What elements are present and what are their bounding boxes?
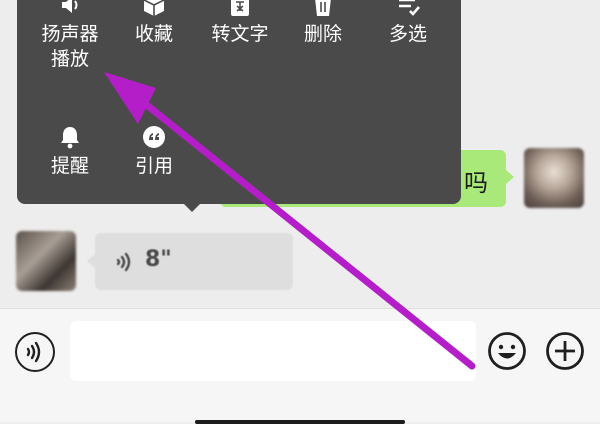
sent-message-text: 吗 <box>464 169 488 197</box>
voice-duration: 8" <box>145 247 172 272</box>
cube-icon <box>143 0 165 16</box>
quote-icon <box>143 126 165 148</box>
menu-item-favorite[interactable]: 收藏 <box>112 0 196 47</box>
checklist-icon <box>399 0 420 16</box>
contact-avatar[interactable] <box>16 231 76 291</box>
menu-item-remind[interactable]: 提醒 <box>28 124 112 179</box>
message-context-menu: 扬声器 播放 收藏 转文字 删除 多选 提醒 引用 <box>17 0 461 212</box>
menu-item-multi-select[interactable]: 多选 <box>366 0 450 47</box>
voice-toggle-icon <box>26 341 41 363</box>
text-doc-icon <box>231 0 249 16</box>
chat-input-bar <box>0 308 600 424</box>
menu-label-speaker-play: 扬声器 播放 <box>41 23 99 70</box>
bell-icon <box>61 127 79 149</box>
menu-item-to-text[interactable]: 转文字 <box>198 0 282 47</box>
plus-icon[interactable] <box>545 331 585 371</box>
message-input[interactable] <box>70 321 476 381</box>
menu-label-favorite: 收藏 <box>134 23 173 45</box>
speaker-icon <box>62 0 78 13</box>
voice-toggle-button[interactable] <box>15 332 55 372</box>
own-avatar[interactable] <box>524 148 584 208</box>
menu-label-remind: 提醒 <box>50 155 89 177</box>
menu-label-multi-select: 多选 <box>388 23 427 45</box>
voice-wave-icon <box>116 252 131 272</box>
emoji-icon[interactable] <box>487 331 527 371</box>
menu-label-to-text: 转文字 <box>211 23 269 45</box>
trash-icon <box>315 0 331 16</box>
menu-item-delete[interactable]: 删除 <box>281 0 365 47</box>
menu-label-delete: 删除 <box>303 23 342 45</box>
menu-item-speaker-play[interactable]: 扬声器 播放 <box>28 0 112 72</box>
voice-message-bubble[interactable]: 8" <box>87 233 293 290</box>
menu-label-quote: 引用 <box>134 155 173 177</box>
menu-item-quote[interactable]: 引用 <box>112 124 196 179</box>
